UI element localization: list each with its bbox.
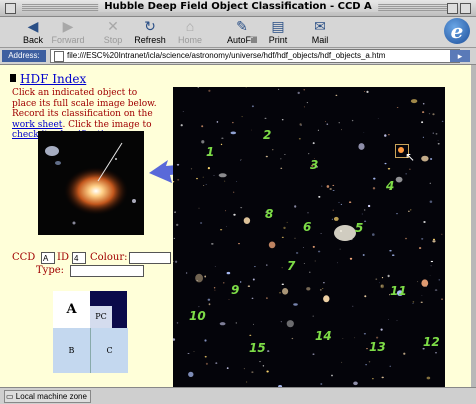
ccd-cell-c[interactable]: C <box>90 328 128 373</box>
ccd-field[interactable] <box>41 252 55 264</box>
hdf-index-row: HDF Index <box>10 72 86 86</box>
home-icon: ⌂ <box>170 18 210 35</box>
mail-icon: ✉ <box>300 18 340 35</box>
object-label-13[interactable]: 13 <box>369 340 386 354</box>
page-icon <box>54 51 64 62</box>
hubble-deep-field-image[interactable]: 1 2 3 4 5 6 7 8 9 10 11 12 13 14 15 ↖ <box>173 87 445 387</box>
ccd-selector-grid[interactable]: A PC B C <box>53 291 127 373</box>
address-bar: Address: file:///ESC%20Intranet/icla/sci… <box>0 48 476 65</box>
zoomed-galaxy-graphic <box>38 131 144 235</box>
print-icon: ▤ <box>258 18 298 35</box>
browser-logo-icon: e <box>444 18 470 44</box>
object-label-14[interactable]: 14 <box>315 329 332 343</box>
title-bar[interactable]: Hubble Deep Field Object Classification … <box>0 0 476 17</box>
stop-icon: ✕ <box>93 18 133 35</box>
zone-indicator: ▭ Local machine zone <box>4 390 91 403</box>
object-label-7[interactable]: 7 <box>287 259 295 273</box>
address-url: file:///ESC%20Intranet/icla/science/astr… <box>67 51 385 60</box>
mouse-cursor-icon: ↖ <box>405 151 415 163</box>
work-sheet-link[interactable]: work sheet <box>12 120 62 130</box>
object-label-8[interactable]: 8 <box>265 207 273 221</box>
type-label: Type: <box>36 265 64 276</box>
browser-toolbar: ◀Back ▶Forward ✕Stop ↻Refresh ⌂Home ✎Aut… <box>0 17 476 48</box>
forward-arrow-icon: ▶ <box>48 18 88 35</box>
ccd-cell-a[interactable]: A <box>53 291 90 328</box>
stop-button[interactable]: ✕Stop <box>93 18 133 46</box>
vertical-scrollbar[interactable] <box>471 65 476 387</box>
home-button[interactable]: ⌂Home <box>170 18 210 46</box>
object-label-11[interactable]: 11 <box>390 284 407 298</box>
refresh-icon: ↻ <box>130 18 170 35</box>
status-bar: ▭ Local machine zone <box>0 387 476 404</box>
hdf-starfield <box>173 87 445 387</box>
colour-label: Colour: <box>90 252 127 263</box>
collapse-box-icon[interactable] <box>460 3 471 14</box>
document-icon <box>10 74 16 82</box>
address-label: Address: <box>2 50 46 62</box>
zoom-box-icon[interactable] <box>447 3 458 14</box>
mail-button[interactable]: ✉Mail <box>300 18 340 46</box>
object-label-2[interactable]: 2 <box>263 128 271 142</box>
print-button[interactable]: ▤Print <box>258 18 298 46</box>
page-content: HDF Index Click an indicated object to p… <box>0 65 471 387</box>
back-arrow-icon: ◀ <box>13 18 53 35</box>
object-label-12[interactable]: 12 <box>423 335 440 349</box>
object-label-9[interactable]: 9 <box>231 283 239 297</box>
ccd-cell-pc[interactable]: PC <box>90 306 112 328</box>
monitor-icon: ▭ <box>6 392 14 401</box>
object-label-15[interactable]: 15 <box>249 341 266 355</box>
ccd-cell-b[interactable]: B <box>53 328 90 373</box>
object-label-3[interactable]: 3 <box>310 158 318 172</box>
address-input[interactable]: file:///ESC%20Intranet/icla/science/astr… <box>50 49 460 63</box>
object-label-1[interactable]: 1 <box>206 145 214 159</box>
autofill-icon: ✎ <box>222 18 262 35</box>
object-label-4[interactable]: 4 <box>386 179 394 193</box>
ccd-label: CCD <box>12 252 35 263</box>
object-label-10[interactable]: 10 <box>189 309 206 323</box>
refresh-button[interactable]: ↻Refresh <box>130 18 170 46</box>
object-label-6[interactable]: 6 <box>303 220 311 234</box>
window-title: Hubble Deep Field Object Classification … <box>98 1 378 12</box>
object-label-5[interactable]: 5 <box>355 221 363 235</box>
selected-object-image[interactable] <box>38 131 144 235</box>
id-label: ID <box>57 252 69 263</box>
type-field[interactable] <box>70 265 144 277</box>
go-button[interactable]: ▸ <box>450 50 470 62</box>
colour-field[interactable] <box>129 252 171 264</box>
id-field[interactable] <box>72 252 86 264</box>
back-button[interactable]: ◀Back <box>13 18 53 46</box>
close-box-icon[interactable] <box>5 3 16 14</box>
forward-button[interactable]: ▶Forward <box>48 18 88 46</box>
autofill-button[interactable]: ✎AutoFill <box>222 18 262 46</box>
hdf-index-link[interactable]: HDF Index <box>20 72 86 86</box>
